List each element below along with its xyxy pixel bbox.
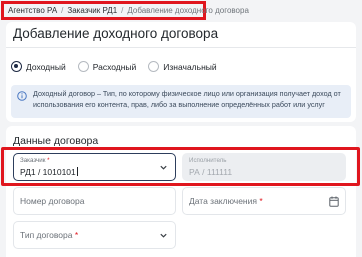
radio-expense-label: Расходный xyxy=(92,61,137,72)
breadcrumb-item-agency[interactable]: Агентство РА xyxy=(8,6,57,15)
radio-income[interactable]: Доходный xyxy=(11,61,66,72)
breadcrumb: Агентство РА / Заказчик РД1 / Добавление… xyxy=(1,1,249,20)
radio-expense[interactable]: Расходный xyxy=(77,61,137,72)
section-title: Данные договора xyxy=(13,135,99,147)
breadcrumb-item-customer[interactable]: Заказчик РД1 xyxy=(67,6,117,15)
breadcrumb-separator: / xyxy=(121,6,124,15)
radio-indicator[interactable] xyxy=(77,61,89,72)
contract-date-label: Дата заключения * xyxy=(189,196,263,206)
contract-type-label: Тип договора * xyxy=(20,230,79,240)
breadcrumb-separator: / xyxy=(61,6,64,15)
radio-indicator[interactable] xyxy=(148,61,160,72)
highlight-frame xyxy=(1,147,360,186)
info-text: Доходный договор – Тип, по которому физи… xyxy=(33,89,341,109)
radio-initial[interactable]: Изначальный xyxy=(148,61,217,72)
breadcrumb-item-current: Добавление доходного договора xyxy=(127,6,249,15)
radio-income-label: Доходный xyxy=(26,61,66,72)
contract-date-input[interactable]: Дата заключения * xyxy=(182,187,346,215)
info-icon xyxy=(17,91,27,101)
contract-kind-radio-group: Доходный Расходный Изначальный xyxy=(11,61,229,72)
calendar-icon[interactable] xyxy=(329,196,339,207)
contract-number-label: Номер договора xyxy=(20,196,85,206)
info-banner: Доходный договор – Тип, по которому физи… xyxy=(11,85,351,118)
divider xyxy=(6,47,356,48)
radio-initial-label: Изначальный xyxy=(163,61,217,72)
contract-number-input[interactable]: Номер договора xyxy=(13,187,176,215)
page-title: Добавление доходного договора xyxy=(13,26,219,41)
radio-checked-indicator[interactable] xyxy=(11,61,22,72)
header-card: Добавление доходного договора Доходный Р… xyxy=(6,22,356,122)
chevron-down-icon[interactable] xyxy=(159,231,168,240)
contract-type-select[interactable]: Тип договора * xyxy=(13,221,176,249)
